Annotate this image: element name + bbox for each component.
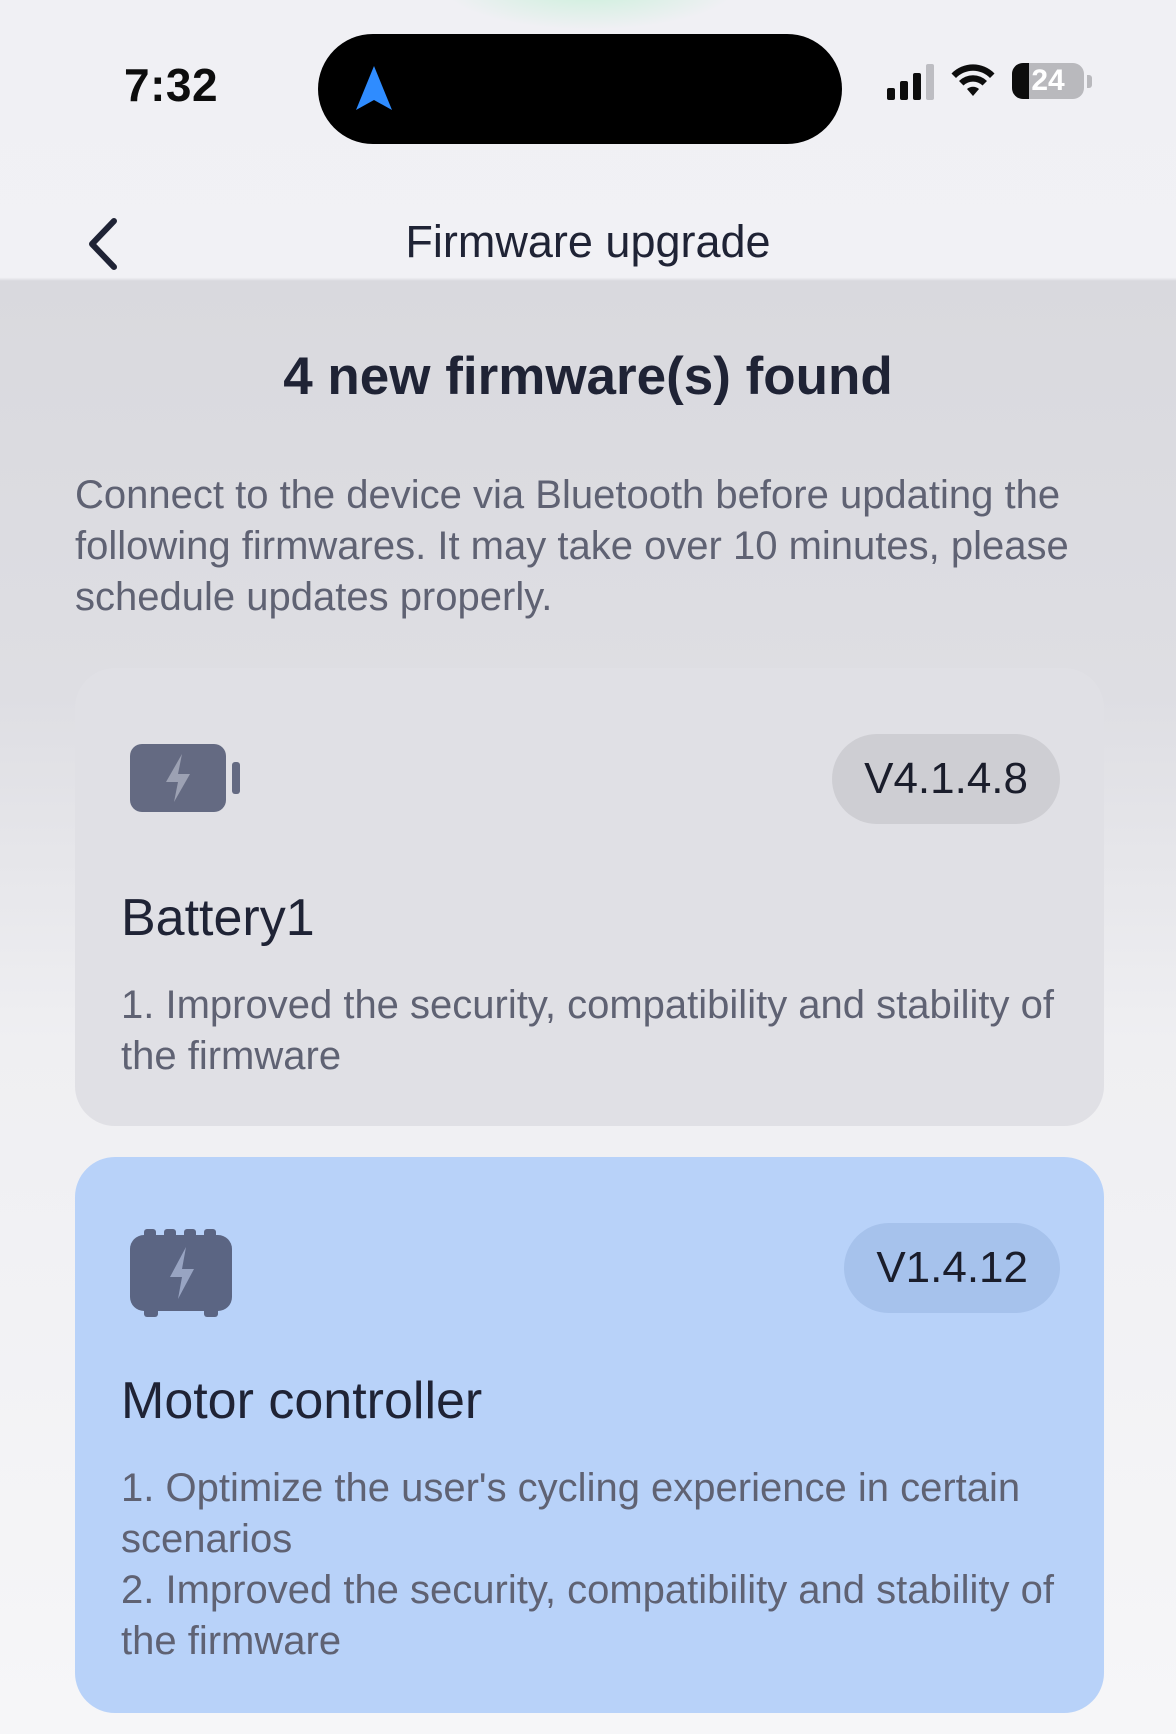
release-note: 1. Improved the security, compatibility … — [121, 983, 1055, 1078]
nav-header: Firmware upgrade — [0, 160, 1176, 308]
firmware-name: Motor controller — [121, 1372, 483, 1430]
status-time: 7:32 — [124, 59, 219, 111]
intro-text: Connect to the device via Bluetooth befo… — [75, 473, 1069, 619]
battery-level: 24 — [1031, 64, 1065, 97]
firmware-card-battery1[interactable]: V4.1.4.8 Battery1 1. Improved the securi… — [75, 668, 1104, 1126]
location-arrow-icon — [356, 66, 392, 110]
motor-controller-bolt-icon — [130, 1229, 234, 1322]
firmware-name: Battery1 — [121, 889, 315, 947]
battery-bolt-icon — [130, 740, 242, 821]
version-badge: V4.1.4.8 — [832, 734, 1060, 824]
status-icons: 24 — [887, 62, 1092, 100]
release-note: 1. Optimize the user's cycling experienc… — [121, 1466, 1021, 1561]
battery-icon: 24 — [1012, 63, 1084, 99]
battery-tip — [1087, 74, 1092, 88]
top-glow — [440, 0, 740, 30]
release-notes: 1. Optimize the user's cycling experienc… — [121, 1463, 1061, 1667]
release-notes: 1. Improved the security, compatibility … — [121, 980, 1061, 1082]
release-note: 2. Improved the security, compatibility … — [121, 1568, 1055, 1663]
cellular-signal-icon — [887, 62, 934, 100]
found-title: 4 new firmware(s) found — [283, 347, 893, 406]
version-badge: V1.4.12 — [844, 1223, 1060, 1313]
page-title: Firmware upgrade — [405, 216, 771, 267]
wifi-icon — [951, 64, 995, 96]
dynamic-island — [318, 34, 842, 144]
firmware-card-motor-controller[interactable]: V1.4.12 Motor controller 1. Optimize the… — [75, 1157, 1104, 1713]
